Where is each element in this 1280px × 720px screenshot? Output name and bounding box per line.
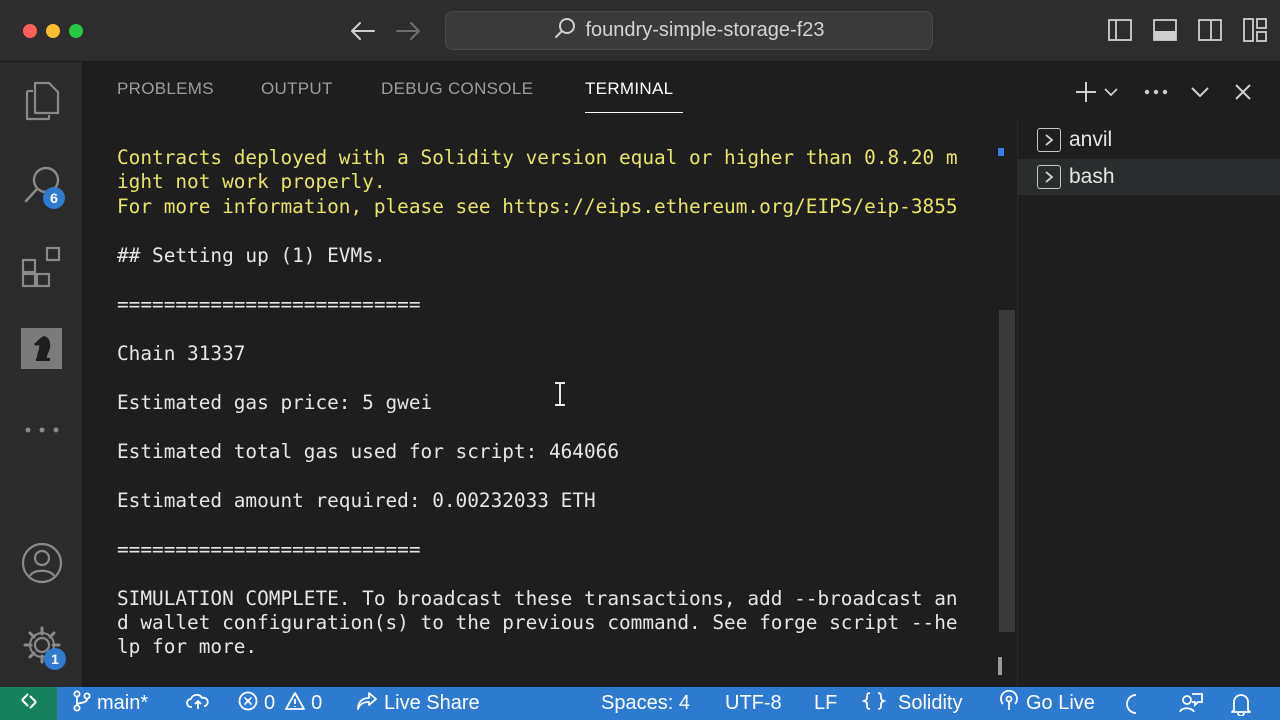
terminal-line: ========================== — [117, 538, 421, 561]
warning-icon — [285, 691, 306, 717]
terminal-line: lp for more. — [117, 635, 258, 658]
text-cursor-icon — [554, 382, 566, 411]
branch-status[interactable]: main* — [73, 687, 148, 720]
customize-layout-icon[interactable] — [1242, 16, 1268, 44]
error-count: 0 — [264, 692, 276, 714]
cloud-sync-icon — [186, 691, 210, 717]
collapse-panel-chevron-icon[interactable] — [1190, 77, 1210, 107]
remote-icon — [19, 691, 39, 717]
terminal-tabs-list: anvil bash — [1017, 120, 1280, 687]
live-share-label: Live Share — [384, 692, 480, 714]
terminal-line: Estimated amount required: 0.00232033 ET… — [117, 489, 596, 512]
terminal-line: Estimated total gas used for script: 464… — [117, 440, 619, 463]
scrollbar-caret-marker — [998, 657, 1002, 675]
language-mode-label: Solidity — [898, 692, 963, 714]
more-actions-icon[interactable] — [1144, 77, 1168, 107]
terminal-tab-bash[interactable]: bash — [1018, 159, 1280, 195]
terminal-line: d wallet configuration(s) to the previou… — [117, 611, 958, 634]
eol-status[interactable]: LF — [814, 687, 837, 720]
close-window-button[interactable] — [23, 24, 37, 38]
terminal-tab-label: bash — [1069, 165, 1115, 188]
live-share-button[interactable]: Live Share — [356, 687, 480, 720]
tab-output[interactable]: OUTPUT — [261, 79, 333, 113]
tab-terminal[interactable]: TERMINAL — [585, 79, 683, 113]
indentation-status[interactable]: Spaces: 4 — [601, 687, 690, 720]
search-view-icon[interactable]: 6 — [0, 150, 83, 220]
extensions-icon[interactable] — [0, 232, 83, 302]
command-center-search[interactable]: foundry-simple-storage-f23 — [445, 11, 933, 50]
terminal-tab-anvil[interactable]: anvil — [1018, 122, 1280, 158]
encoding-status[interactable]: UTF-8 — [725, 687, 782, 720]
terminal-line: SIMULATION COMPLETE. To broadcast these … — [117, 587, 958, 610]
terminal-line: For more information, please see https:/… — [117, 195, 958, 218]
toggle-panel-icon[interactable] — [1152, 16, 1178, 44]
feedback-icon[interactable] — [1178, 687, 1204, 720]
terminal-line: Contracts deployed with a Solidity versi… — [117, 146, 958, 169]
go-live-button[interactable]: Go Live — [998, 687, 1095, 720]
language-mode-status[interactable]: Solidity — [861, 687, 963, 720]
forward-arrow-icon[interactable] — [393, 16, 423, 46]
broadcast-icon — [998, 689, 1020, 718]
search-badge: 6 — [43, 187, 65, 209]
live-share-icon — [356, 691, 378, 717]
panel-header: PROBLEMS OUTPUT DEBUG CONSOLE TERMINAL — [84, 62, 1280, 120]
title-bar: foundry-simple-storage-f23 — [0, 0, 1280, 62]
terminal-profiles-chevron-down-icon[interactable] — [1104, 77, 1118, 107]
notifications-bell-icon[interactable] — [1230, 687, 1252, 720]
remote-indicator[interactable] — [0, 687, 57, 720]
accounts-icon[interactable] — [0, 528, 83, 598]
terminal-scrollbar[interactable] — [999, 310, 1015, 632]
toggle-primary-sidebar-icon[interactable] — [1107, 16, 1133, 44]
terminal-line: ========================== — [117, 293, 421, 316]
git-branch-icon — [73, 690, 91, 718]
settings-gear-icon[interactable]: 1 — [0, 610, 83, 680]
toggle-secondary-sidebar-icon[interactable] — [1197, 16, 1223, 44]
tab-problems[interactable]: PROBLEMS — [117, 79, 214, 113]
settings-badge: 1 — [44, 648, 66, 670]
close-panel-icon[interactable] — [1234, 77, 1252, 107]
foundry-extension-icon[interactable] — [0, 313, 83, 383]
problems-status[interactable]: 0 0 — [238, 687, 322, 720]
terminal-tab-label: anvil — [1069, 128, 1113, 151]
maximize-window-button[interactable] — [69, 24, 83, 38]
terminal-icon — [1037, 165, 1061, 189]
new-terminal-plus-icon[interactable] — [1074, 77, 1098, 107]
terminal-icon — [1037, 128, 1061, 152]
braces-icon — [861, 691, 887, 717]
status-bar: main* 0 0 Live Share Spaces: 4 UTF-8 LF … — [0, 687, 1280, 720]
command-center-text: foundry-simple-storage-f23 — [585, 19, 825, 41]
sync-status[interactable] — [186, 687, 210, 720]
terminal-line: ## Setting up (1) EVMs. — [117, 244, 386, 267]
more-views-icon[interactable] — [0, 395, 83, 465]
error-icon — [238, 691, 258, 717]
go-live-label: Go Live — [1026, 692, 1095, 714]
back-arrow-icon[interactable] — [348, 16, 378, 46]
warning-count: 0 — [311, 692, 323, 714]
loading-spinner-icon — [1124, 687, 1140, 720]
terminal-line: ight not work properly. — [117, 170, 386, 193]
search-icon — [554, 17, 576, 45]
branch-name: main* — [97, 692, 149, 714]
scrollbar-marker — [998, 148, 1004, 156]
terminal-line: Estimated gas price: 5 gwei — [117, 391, 433, 414]
activity-bar: 6 1 — [0, 62, 83, 687]
minimize-window-button[interactable] — [46, 24, 60, 38]
terminal-output[interactable]: Contracts deployed with a Solidity versi… — [84, 120, 1017, 687]
terminal-line: Chain 31337 — [117, 342, 246, 365]
explorer-icon[interactable] — [0, 66, 83, 136]
tab-debug-console[interactable]: DEBUG CONSOLE — [381, 79, 533, 113]
